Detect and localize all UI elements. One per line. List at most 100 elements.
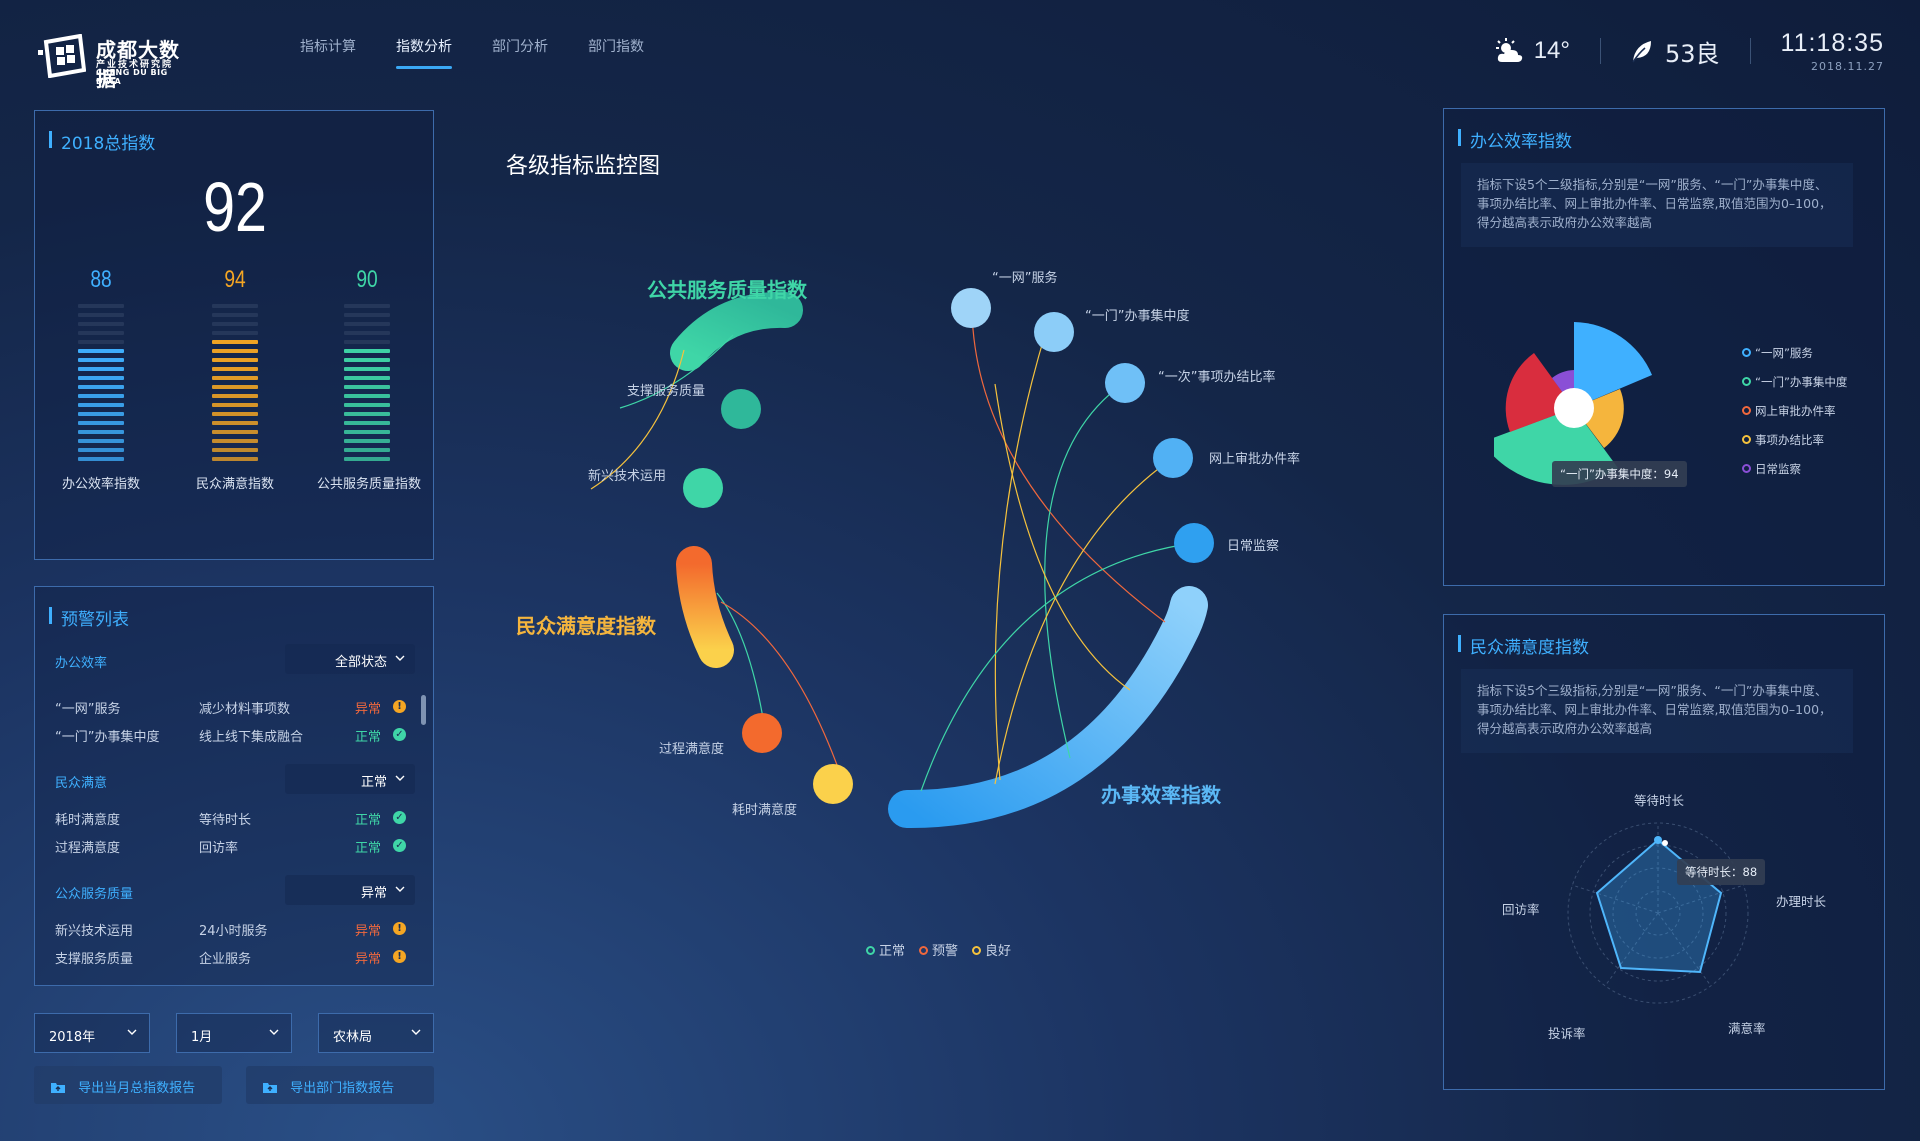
bar-segment	[78, 358, 124, 362]
nav-item-calc[interactable]: 指标计算	[300, 36, 356, 70]
bar-segment	[78, 430, 124, 434]
link-line	[994, 383, 1131, 691]
export-dept-report-button[interactable]: 导出部门指数报告	[246, 1066, 434, 1104]
bar-segment	[212, 439, 258, 443]
radar-label: 办理时长	[1776, 894, 1827, 909]
aqi-value: 53良	[1664, 39, 1720, 68]
bar-segment	[344, 412, 390, 416]
node-label: “一次”事项办结比率	[1158, 369, 1275, 385]
description: 指标下设5个二级指标,分别是“一网”服务、“一门”办事集中度、事项办结比率、网上…	[1461, 163, 1853, 247]
bar-segment	[212, 313, 258, 317]
top-header: 成都大数据 产业技术研究院 CHENG DU BIG DATA 指标计算 指数分…	[0, 0, 1920, 95]
node-one-network[interactable]	[951, 288, 991, 328]
legend-item[interactable]: 事项办结比率	[1742, 432, 1847, 461]
chevron-down-icon	[395, 775, 405, 781]
bar-segment	[344, 448, 390, 452]
arc-public-service[interactable]	[670, 291, 803, 371]
indicator-name: 支撑服务质量	[55, 952, 134, 967]
bar-citizen: 94 民众满意指数	[185, 266, 285, 492]
bar-segment	[212, 394, 258, 398]
warning-list-panel: 预警列表 办公效率 全部状态 “一网”服务 减少材料事项数 异常 ! “一门”办…	[34, 586, 434, 986]
chevron-down-icon	[269, 1029, 279, 1035]
node-time-satisfaction[interactable]	[813, 764, 853, 804]
indicator-name: 耗时满意度	[55, 813, 121, 828]
diagram-legend: 正常 预警 良好	[866, 940, 1025, 959]
leaf-icon	[1632, 41, 1651, 63]
bar-segment	[78, 376, 124, 380]
list-item[interactable]: 新兴技术运用 24小时服务 异常 !	[55, 920, 415, 942]
bar-segment	[212, 430, 258, 434]
node-one-time[interactable]	[1105, 363, 1145, 403]
node-online-approval[interactable]	[1153, 438, 1193, 478]
bar-segment	[78, 457, 124, 461]
list-item[interactable]: 过程满意度 回访率 正常 ✓	[55, 837, 415, 859]
status-text: 正常	[355, 730, 382, 745]
status-select[interactable]: 异常	[285, 875, 415, 905]
bar-segment	[344, 304, 390, 308]
legend-item-good[interactable]: 良好	[972, 940, 1011, 959]
node-new-tech[interactable]	[683, 468, 723, 508]
segment-bar	[212, 304, 258, 461]
segment-bar	[78, 304, 124, 461]
node-process-satisfaction[interactable]	[742, 713, 782, 753]
nav-item-dept-analysis[interactable]: 部门分析	[492, 36, 548, 70]
legend-item-warn[interactable]: 预警	[919, 940, 958, 959]
ring-icon	[1742, 464, 1751, 473]
label-office-efficiency: 办事效率指数	[1101, 783, 1222, 807]
status-select[interactable]: 正常	[285, 764, 415, 794]
link-line	[971, 311, 1166, 623]
year-select[interactable]: 2018年	[34, 1013, 150, 1053]
legend-item[interactable]: 网上审批办件率	[1742, 403, 1847, 432]
bar-segment	[78, 412, 124, 416]
check-icon: ✓	[393, 811, 406, 824]
nav-item-dept-index[interactable]: 部门指数	[588, 36, 644, 70]
bar-segment	[212, 403, 258, 407]
radar-label: 投诉率	[1548, 1026, 1586, 1041]
sub-indicator: 线上线下集成融合	[199, 730, 304, 745]
panel-title: 2018总指数	[49, 129, 155, 154]
bar-segment	[212, 367, 258, 371]
sub-indicator: 等待时长	[199, 813, 252, 828]
bar-label: 办公效率指数	[61, 477, 140, 492]
bar-segment	[344, 313, 390, 317]
indicator-name: 新兴技术运用	[55, 924, 134, 939]
button-label: 导出部门指数报告	[290, 1081, 395, 1096]
radar-label: 等待时长	[1634, 793, 1685, 808]
legend-item-normal[interactable]: 正常	[866, 940, 905, 959]
list-item[interactable]: “一门”办事集中度 线上线下集成融合 正常 ✓	[55, 726, 415, 748]
bar-segment	[212, 340, 258, 344]
node-label: 新兴技术运用	[588, 468, 666, 484]
node-support-service[interactable]	[721, 389, 761, 429]
node-one-door[interactable]	[1034, 312, 1074, 352]
node-label: 日常监察	[1227, 539, 1279, 554]
export-month-report-button[interactable]: 导出当月总指数报告	[34, 1066, 222, 1104]
chevron-down-icon	[395, 655, 405, 661]
node-daily-inspection[interactable]	[1174, 523, 1214, 563]
bar-segment	[78, 331, 124, 335]
bar-segment	[78, 349, 124, 353]
radar-point[interactable]	[1654, 836, 1662, 844]
legend-item[interactable]: “一网”服务	[1742, 345, 1847, 374]
folder-export-icon	[263, 1083, 277, 1093]
chevron-down-icon	[411, 1029, 421, 1035]
legend-item[interactable]: “一门”办事集中度	[1742, 374, 1847, 403]
bar-segment	[344, 358, 390, 362]
dept-select[interactable]: 农林局	[318, 1013, 434, 1053]
list-item[interactable]: 支撑服务质量 企业服务 异常 !	[55, 948, 415, 970]
arc-citizen-satisfaction[interactable]	[676, 546, 734, 668]
list-item[interactable]: 耗时满意度 等待时长 正常 ✓	[55, 809, 415, 831]
year-select-value: 2018年	[49, 1030, 96, 1045]
dept-select-value: 农林局	[333, 1030, 373, 1045]
bar-segment	[212, 376, 258, 380]
bar-value: 88	[90, 266, 112, 293]
list-item[interactable]: “一网”服务 减少材料事项数 异常 !	[55, 698, 415, 720]
office-efficiency-panel: 办公效率指数 指标下设5个二级指标,分别是“一网”服务、“一门”办事集中度、事项…	[1443, 108, 1885, 586]
divider	[1749, 38, 1751, 64]
month-select[interactable]: 1月	[176, 1013, 292, 1053]
nav-item-index-analysis[interactable]: 指数分析	[396, 36, 452, 70]
sub-indicator: 回访率	[199, 841, 239, 856]
scrollbar-thumb[interactable]	[421, 695, 426, 725]
bar-public: 90 公共服务质量指数	[317, 266, 421, 492]
status-select[interactable]: 全部状态	[285, 644, 415, 674]
legend-item[interactable]: 日常监察	[1742, 461, 1847, 490]
